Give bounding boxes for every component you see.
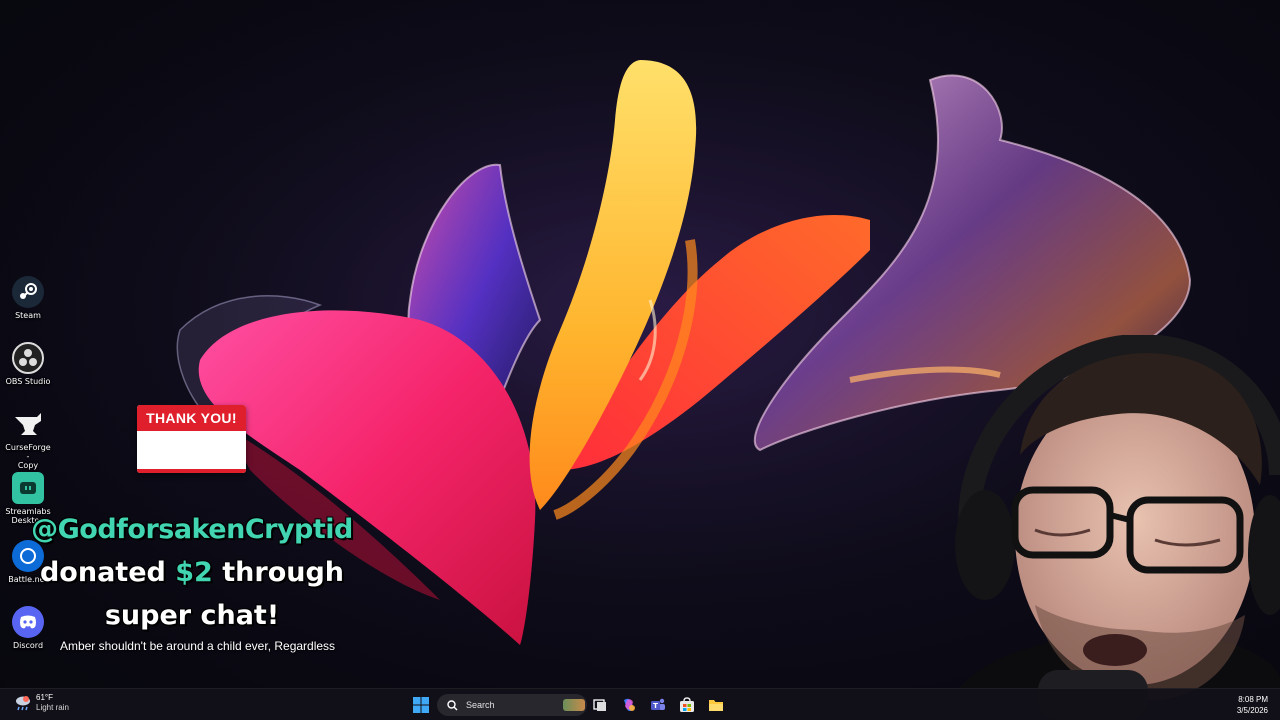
desktop-icon-label: OBS Studio — [5, 377, 51, 386]
weather-widget[interactable]: 61°F Light rain — [14, 693, 69, 713]
file-explorer-icon — [709, 700, 723, 711]
teams-button[interactable]: T — [647, 694, 669, 716]
alert-source-line: super chat! — [104, 600, 280, 631]
store-button[interactable] — [676, 694, 698, 716]
weather-rain-icon — [14, 694, 32, 712]
teams-icon: T — [651, 698, 665, 710]
windows-start-icon — [413, 697, 429, 713]
steam-icon — [12, 276, 44, 308]
task-view-icon — [593, 699, 606, 711]
search-icon — [447, 699, 458, 710]
alert-through-word: through — [222, 557, 345, 588]
alert-amount: $2 — [175, 557, 213, 588]
alert-donated-word: donated — [39, 557, 166, 588]
desktop-icon-obs[interactable]: OBS Studio — [4, 342, 52, 386]
obs-icon — [12, 342, 44, 374]
alert-donation-line: donated $2 through — [2, 557, 382, 588]
start-button[interactable] — [410, 694, 432, 716]
taskbar-search[interactable] — [437, 694, 587, 716]
curseforge-icon — [12, 408, 44, 440]
copilot-button[interactable] — [618, 694, 640, 716]
weather-condition: Light rain — [36, 703, 69, 712]
task-view-button[interactable] — [589, 694, 611, 716]
taskbar: 61°F Light rain T 8:08 PM 3 — [0, 688, 1280, 720]
store-icon — [680, 697, 694, 712]
search-input[interactable] — [464, 699, 563, 711]
alert-username: @GodforsakenCryptid — [31, 514, 353, 545]
webcam-overlay — [940, 335, 1280, 720]
desktop-icon-steam[interactable]: Steam — [4, 276, 52, 320]
file-explorer-button[interactable] — [705, 694, 727, 716]
streamlabs-icon — [12, 472, 44, 504]
alert-banner: THANK YOU! — [137, 405, 246, 431]
desktop-icon-label: Steam — [15, 311, 41, 320]
svg-text:T: T — [653, 702, 658, 710]
clock-date: 3/5/2026 — [1236, 706, 1268, 715]
alert-thank-you-card: THANK YOU! — [137, 405, 246, 473]
clock-time: 8:08 PM — [1238, 695, 1268, 704]
weather-temp: 61°F — [36, 693, 53, 702]
desktop-screen: Steam OBS Studio CurseForge - Copy Strea… — [0, 0, 1280, 720]
alert-card-bar — [137, 469, 246, 473]
search-highlight-icon — [563, 699, 585, 711]
system-clock[interactable]: 8:08 PM 3/5/2026 — [1237, 694, 1268, 716]
copilot-icon — [624, 698, 635, 711]
desktop-icon-label: CurseForge - Copy — [5, 443, 51, 470]
desktop-icon-curseforge[interactable]: CurseForge - Copy — [4, 408, 52, 470]
alert-message: Amber shouldn't be around a child ever, … — [59, 639, 336, 653]
